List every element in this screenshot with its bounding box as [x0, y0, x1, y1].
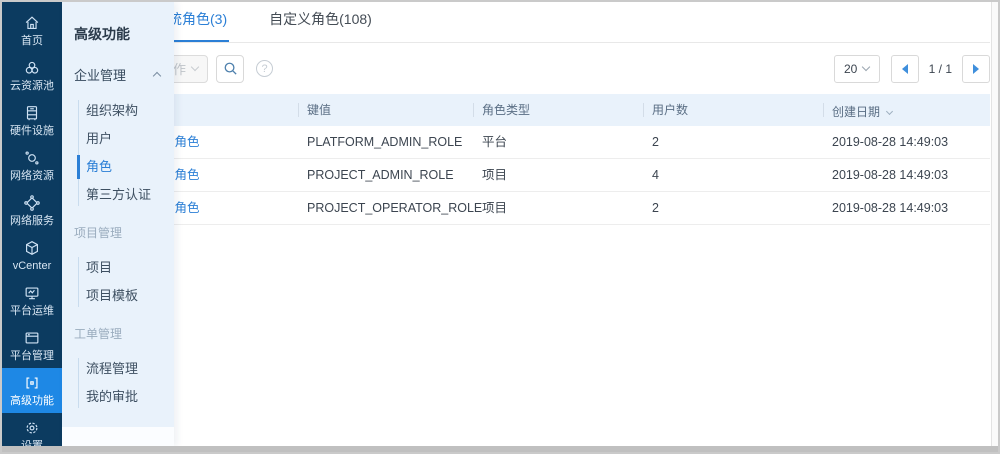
- ticket-submenu: 流程管理 我的审批: [62, 355, 174, 411]
- user-count-cell: 2: [652, 192, 832, 224]
- menu-item-projects[interactable]: 项目: [62, 254, 174, 282]
- col-header-user-count: 用户数: [652, 94, 832, 128]
- home-icon: [23, 14, 41, 32]
- menu-item-org-structure[interactable]: 组织架构: [62, 97, 174, 125]
- main-content: 系统角色(3) 自定义角色(108) 操作 ? 20 1 / 1: [62, 2, 990, 446]
- platform-mgmt-icon: [23, 329, 41, 347]
- tab-custom-roles[interactable]: 自定义角色(108): [267, 9, 374, 42]
- search-button[interactable]: [216, 55, 244, 83]
- table-row[interactable]: 项目负责人角色 PROJECT_ADMIN_ROLE 项目 4 2019-08-…: [62, 159, 990, 192]
- chevron-down-icon: [862, 63, 870, 71]
- role-type-cell: 项目: [482, 159, 652, 191]
- sidebar-item-advanced-features[interactable]: 高级功能: [2, 368, 62, 413]
- prev-arrow-icon: [902, 64, 908, 74]
- menu-item-third-party-auth[interactable]: 第三方认证: [62, 181, 174, 209]
- chevron-down-icon: [191, 63, 199, 71]
- sort-chevron-icon: [887, 94, 892, 126]
- role-type-cell: 平台: [482, 126, 652, 158]
- enterprise-submenu: 组织架构 用户 角色 第三方认证: [62, 97, 174, 209]
- role-type-cell: 项目: [482, 192, 652, 224]
- menu-section-ticket: 工单管理: [62, 325, 174, 342]
- created-date-cell: 2019-08-28 14:49:03: [832, 159, 990, 191]
- menu-item-process-mgmt[interactable]: 流程管理: [62, 355, 174, 383]
- flyout-menu: 高级功能 企业管理 组织架构 用户 角色 第三方认证 项目管理 项目 项目模板 …: [62, 2, 174, 446]
- menu-item-my-approvals[interactable]: 我的审批: [62, 383, 174, 411]
- sidebar-item-network-service[interactable]: 网络服务: [2, 188, 62, 233]
- page-size-select[interactable]: 20: [834, 55, 880, 83]
- role-key-cell: PROJECT_ADMIN_ROLE: [307, 159, 482, 191]
- advanced-features-icon: [23, 374, 41, 392]
- toolbar: 操作 ? 20 1 / 1: [62, 43, 990, 94]
- flyout-title: 高级功能: [62, 2, 174, 44]
- sidebar-item-label: 高级功能: [10, 395, 54, 407]
- menu-item-project-templates[interactable]: 项目模板: [62, 282, 174, 310]
- sidebar-item-platform-ops[interactable]: 平台运维: [2, 278, 62, 323]
- sidebar-item-label: 首页: [21, 35, 43, 47]
- sidebar-item-home[interactable]: 首页: [2, 8, 62, 53]
- sidebar-item-label: vCenter: [13, 260, 52, 272]
- roles-table: 键值 角色类型 用户数 创建日期 平台管理员角色 PLATFORM_ADMIN_…: [62, 94, 990, 225]
- sidebar-item-label: 网络资源: [10, 170, 54, 182]
- next-page-button[interactable]: [962, 55, 990, 83]
- menu-group-label: 企业管理: [74, 65, 126, 84]
- vcenter-icon: [23, 239, 41, 257]
- user-count-cell: 4: [652, 159, 832, 191]
- page-size-value: 20: [844, 62, 857, 76]
- table-row[interactable]: 项目操作员角色 PROJECT_OPERATOR_ROLE 项目 2 2019-…: [62, 192, 990, 225]
- role-key-cell: PROJECT_OPERATOR_ROLE: [307, 192, 482, 224]
- sidebar-item-label: 网络服务: [10, 215, 54, 227]
- tab-bar: 系统角色(3) 自定义角色(108): [62, 2, 990, 43]
- next-arrow-icon: [973, 64, 979, 74]
- sidebar-item-cloud-pool[interactable]: 云资源池: [2, 53, 62, 98]
- horizontal-scrollbar[interactable]: [2, 446, 998, 452]
- chevron-up-icon: [153, 72, 161, 80]
- cloud-pool-icon: [23, 59, 41, 77]
- sidebar-item-label: 硬件设施: [10, 125, 54, 137]
- app-window: 首页 云资源池 硬件设施 网络资源 网络服务 vCenter 平台运维 平台管: [0, 0, 1000, 454]
- col-header-created-label: 创建日期: [832, 105, 880, 119]
- help-icon[interactable]: ?: [256, 60, 273, 77]
- table-header: 键值 角色类型 用户数 创建日期: [62, 94, 990, 126]
- created-date-cell: 2019-08-28 14:49:03: [832, 192, 990, 224]
- sidebar-item-platform-mgmt[interactable]: 平台管理: [2, 323, 62, 368]
- col-header-key: 键值: [307, 94, 482, 128]
- sidebar-item-network-resource[interactable]: 网络资源: [2, 143, 62, 188]
- main-sidebar: 首页 云资源池 硬件设施 网络资源 网络服务 vCenter 平台运维 平台管: [2, 2, 62, 452]
- col-header-created-sortable[interactable]: 创建日期: [832, 94, 990, 128]
- vertical-scrollbar[interactable]: [991, 2, 998, 446]
- settings-icon: [23, 419, 41, 437]
- sidebar-item-label: 平台运维: [10, 305, 54, 317]
- col-header-role-type: 角色类型: [482, 94, 652, 128]
- sidebar-item-label: 平台管理: [10, 350, 54, 362]
- search-icon: [223, 61, 238, 76]
- created-date-cell: 2019-08-28 14:49:03: [832, 126, 990, 158]
- project-submenu: 项目 项目模板: [62, 254, 174, 310]
- menu-section-project: 项目管理: [62, 224, 174, 241]
- role-key-cell: PLATFORM_ADMIN_ROLE: [307, 126, 482, 158]
- user-count-cell: 2: [652, 126, 832, 158]
- table-row[interactable]: 平台管理员角色 PLATFORM_ADMIN_ROLE 平台 2 2019-08…: [62, 126, 990, 159]
- flyout-menu-block: 高级功能 企业管理 组织架构 用户 角色 第三方认证 项目管理 项目 项目模板 …: [62, 2, 174, 427]
- network-service-icon: [23, 194, 41, 212]
- hardware-icon: [23, 104, 41, 122]
- sidebar-item-label: 云资源池: [10, 80, 54, 92]
- menu-item-users[interactable]: 用户: [62, 125, 174, 153]
- prev-page-button[interactable]: [891, 55, 919, 83]
- platform-ops-icon: [23, 284, 41, 302]
- sidebar-item-vcenter[interactable]: vCenter: [2, 233, 62, 278]
- network-resource-icon: [23, 149, 41, 167]
- menu-group-enterprise[interactable]: 企业管理: [62, 65, 174, 84]
- menu-item-roles[interactable]: 角色: [62, 153, 174, 181]
- pagination: 20 1 / 1: [834, 55, 990, 83]
- sidebar-item-hardware[interactable]: 硬件设施: [2, 98, 62, 143]
- page-indicator: 1 / 1: [929, 62, 952, 76]
